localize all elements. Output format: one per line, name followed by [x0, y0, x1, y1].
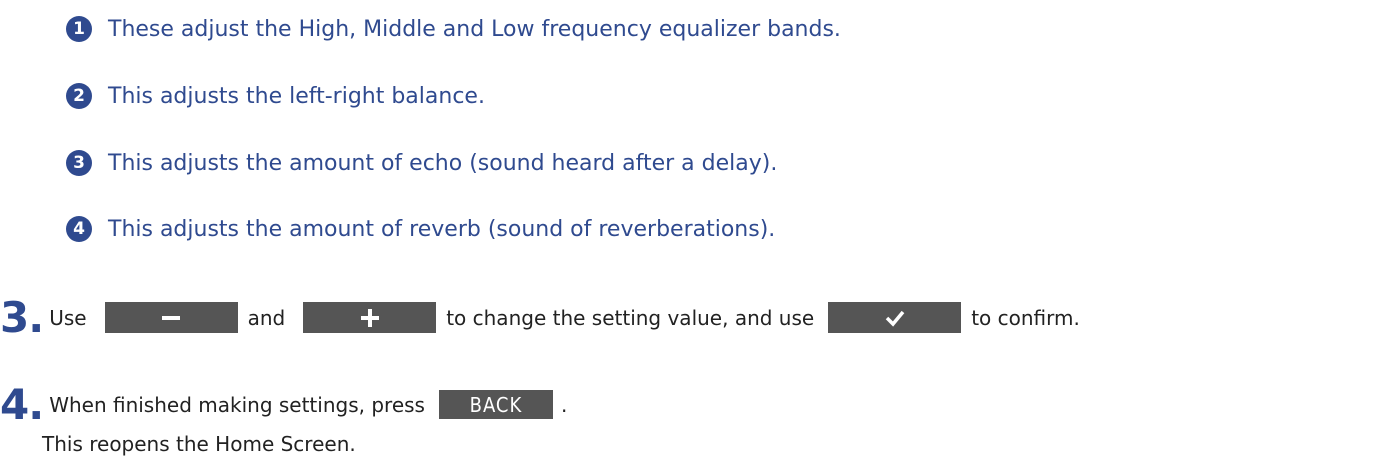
confirm-button[interactable] — [828, 302, 962, 333]
number-badge: 4 — [66, 216, 92, 242]
number-badge: 2 — [66, 83, 92, 109]
minus-icon — [162, 315, 181, 320]
plus-button[interactable] — [303, 302, 437, 333]
back-button[interactable]: BACK — [438, 390, 553, 419]
list-item-1: 1 These adjust the High, Middle and Low … — [66, 12, 841, 46]
number-badge: 1 — [66, 16, 92, 42]
item-text: This adjusts the amount of echo (sound h… — [108, 150, 778, 176]
list-item-3: 3 This adjusts the amount of echo (sound… — [66, 146, 777, 180]
minus-button[interactable] — [104, 302, 238, 333]
step-number: 3. — [0, 293, 44, 342]
list-item-2: 2 This adjusts the left-right balance. — [66, 79, 485, 113]
step-3: 3. Use and to change the setting value, … — [0, 293, 1080, 342]
checkmark-icon — [885, 310, 905, 327]
step-period: . — [560, 392, 568, 417]
item-text: This adjusts the left-right balance. — [108, 83, 485, 109]
step-text: to confirm. — [971, 305, 1080, 330]
item-text: These adjust the High, Middle and Low fr… — [108, 16, 841, 42]
item-text: This adjusts the amount of reverb (sound… — [108, 216, 776, 242]
step-text: to change the setting value, and use — [446, 305, 815, 330]
step-4: 4. When finished making settings, press … — [0, 380, 567, 429]
step-4-subtext: This reopens the Home Screen. — [42, 432, 356, 456]
step-number: 4. — [0, 380, 44, 429]
step-text: Use — [49, 305, 87, 330]
number-badge: 3 — [66, 150, 92, 176]
step-text: When finished making settings, press — [49, 392, 425, 417]
plus-icon — [360, 308, 379, 327]
step-text: and — [247, 305, 286, 330]
list-item-4: 4 This adjusts the amount of reverb (sou… — [66, 212, 775, 246]
